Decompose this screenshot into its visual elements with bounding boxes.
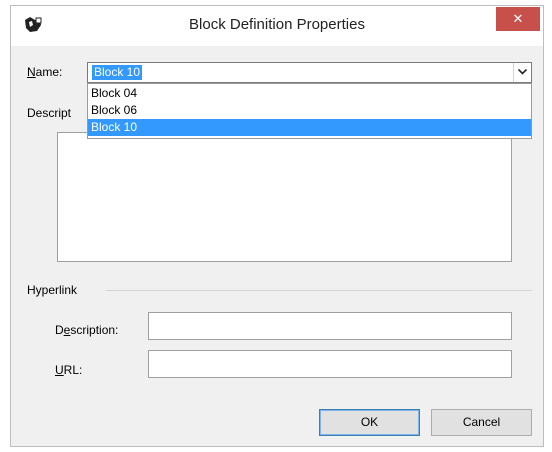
url-label: URL: [55,363,83,377]
close-icon: ✕ [512,11,524,26]
title-bar[interactable]: Block Definition Properties ✕ [11,6,543,46]
hyperlink-group-divider [106,290,532,291]
hyperlink-description-input[interactable] [148,312,512,340]
cancel-button[interactable]: Cancel [431,409,532,436]
chevron-down-icon [518,69,527,75]
ok-button[interactable]: OK [319,409,420,436]
name-combobox[interactable]: Block 10 [87,62,532,83]
name-combobox-value[interactable]: Block 10 [92,65,143,80]
hyperlink-group-label: Hyperlink [27,283,78,297]
description-label: Descript [27,106,72,120]
hyperlink-description-label: Description: [55,323,119,337]
description-textarea[interactable] [57,132,512,262]
close-button[interactable]: ✕ [496,7,540,31]
url-input[interactable] [148,350,512,378]
dialog-window: Block Definition Properties ✕ Name: Bloc… [10,5,544,447]
combobox-dropdown-button[interactable] [513,63,531,82]
name-label: Name: [27,65,63,79]
dialog-client-area: Name: Block 10 Descript Hyperlink Descri… [11,46,543,446]
name-dropdown-list[interactable]: Block 04 Block 06 Block 10 [87,83,532,139]
dropdown-option-block-10[interactable]: Block 10 [88,119,531,136]
window-title: Block Definition Properties [189,16,365,33]
dropdown-option-block-06[interactable]: Block 06 [88,102,531,119]
dropdown-option-block-04[interactable]: Block 04 [88,85,531,102]
